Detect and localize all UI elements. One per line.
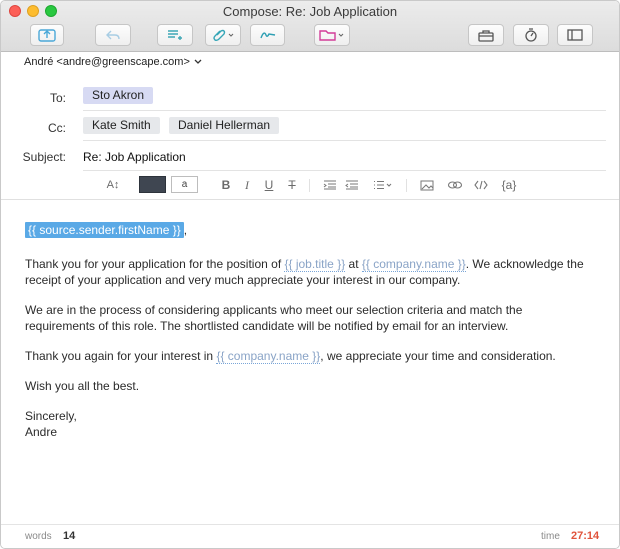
from-address: André <andre@greenscape.com> [24, 56, 190, 68]
variable-token[interactable]: {{ job.title }} [284, 257, 346, 272]
sidebar-icon [567, 29, 583, 41]
bold-button[interactable]: B [220, 177, 232, 193]
clear-format-button[interactable]: T [286, 177, 298, 193]
subject-label: Subject: [22, 150, 66, 164]
status-bar: words 14 time 27:14 [1, 524, 619, 548]
variable-token[interactable]: {{ company.name }} [361, 257, 466, 272]
image-icon [420, 180, 434, 190]
chevron-down-icon [194, 59, 202, 64]
greeting-line: {{ source.sender.firstName }}, [25, 222, 593, 238]
code-view-button[interactable] [474, 177, 488, 193]
from-selector[interactable]: André <andre@greenscape.com> [24, 56, 202, 68]
paragraph: Thank you for your application for the p… [25, 257, 584, 287]
to-row: To: Sto Akron [1, 81, 619, 111]
indent-icon [345, 180, 358, 190]
variable-token[interactable]: {{ company.name }} [216, 349, 321, 364]
insert-link-button[interactable] [447, 177, 463, 193]
insert-variable-button[interactable]: {a} [498, 177, 520, 193]
cc-label: Cc: [48, 121, 66, 135]
list-icon [374, 180, 392, 190]
toolbox-button[interactable] [468, 24, 504, 46]
insert-image-button[interactable] [420, 177, 434, 193]
attach-icon [213, 29, 234, 42]
paragraph: Thank you again for your interest in {{ … [25, 349, 556, 364]
toolbox-icon [478, 29, 494, 42]
message-body[interactable]: {{ source.sender.firstName }}, Thank you… [25, 222, 593, 454]
closing: Sincerely, [25, 409, 77, 423]
cc-chip[interactable]: Daniel Hellerman [169, 117, 280, 134]
reply-icon [106, 30, 120, 40]
window-title: Compose: Re: Job Application [222, 4, 398, 19]
cc-row: Cc: Kate Smith Daniel Hellerman [1, 111, 619, 141]
time-label: time [541, 531, 560, 542]
reply-button[interactable] [95, 24, 131, 46]
words-label: words [25, 531, 52, 542]
move-to-folder-button[interactable] [314, 24, 350, 46]
subject-row: Subject: Re: Job Application [1, 141, 619, 171]
formatting-toolbar: A↕ a B I U T {a} [1, 171, 619, 200]
indent-button[interactable] [345, 177, 359, 193]
signature-button[interactable] [250, 24, 285, 46]
compose-window: Compose: Re: Job Application André <andr… [0, 0, 620, 549]
title-bar: Compose: Re: Job Application [1, 1, 619, 52]
underline-button[interactable]: U [263, 177, 275, 193]
timer-button[interactable] [513, 24, 549, 46]
send-icon [38, 29, 56, 42]
signature-icon [259, 32, 275, 39]
text-color-swatch[interactable] [139, 176, 166, 193]
recipient-chip[interactable]: Sto Akron [83, 87, 154, 104]
timer-icon [525, 28, 537, 42]
send-button[interactable] [30, 24, 64, 46]
link-icon [447, 181, 463, 189]
format-list-icon [168, 30, 182, 40]
word-count: 14 [63, 530, 76, 542]
signature: Andre [25, 425, 58, 439]
folder-icon [319, 30, 344, 41]
cc-chip[interactable]: Kate Smith [83, 117, 160, 134]
highlight-color-button[interactable]: a [171, 176, 198, 193]
italic-button[interactable]: I [242, 177, 252, 193]
outdent-icon [323, 180, 336, 190]
toggle-sidebar-button[interactable] [557, 24, 593, 46]
outdent-button[interactable] [323, 177, 337, 193]
elapsed-time: 27:14 [571, 530, 600, 542]
to-label: To: [49, 91, 66, 105]
paragraph: We are in the process of considering app… [25, 303, 523, 333]
variable-token-selected[interactable]: {{ source.sender.firstName }} [25, 222, 184, 238]
paragraph: Wish you all the best. [25, 379, 140, 393]
list-dropdown[interactable] [373, 177, 393, 193]
insert-template-button[interactable] [157, 24, 193, 46]
code-icon [474, 180, 488, 190]
subject-input[interactable]: Re: Job Application [83, 150, 186, 164]
font-size-button[interactable]: A↕ [105, 177, 121, 193]
attach-button[interactable] [205, 24, 241, 46]
